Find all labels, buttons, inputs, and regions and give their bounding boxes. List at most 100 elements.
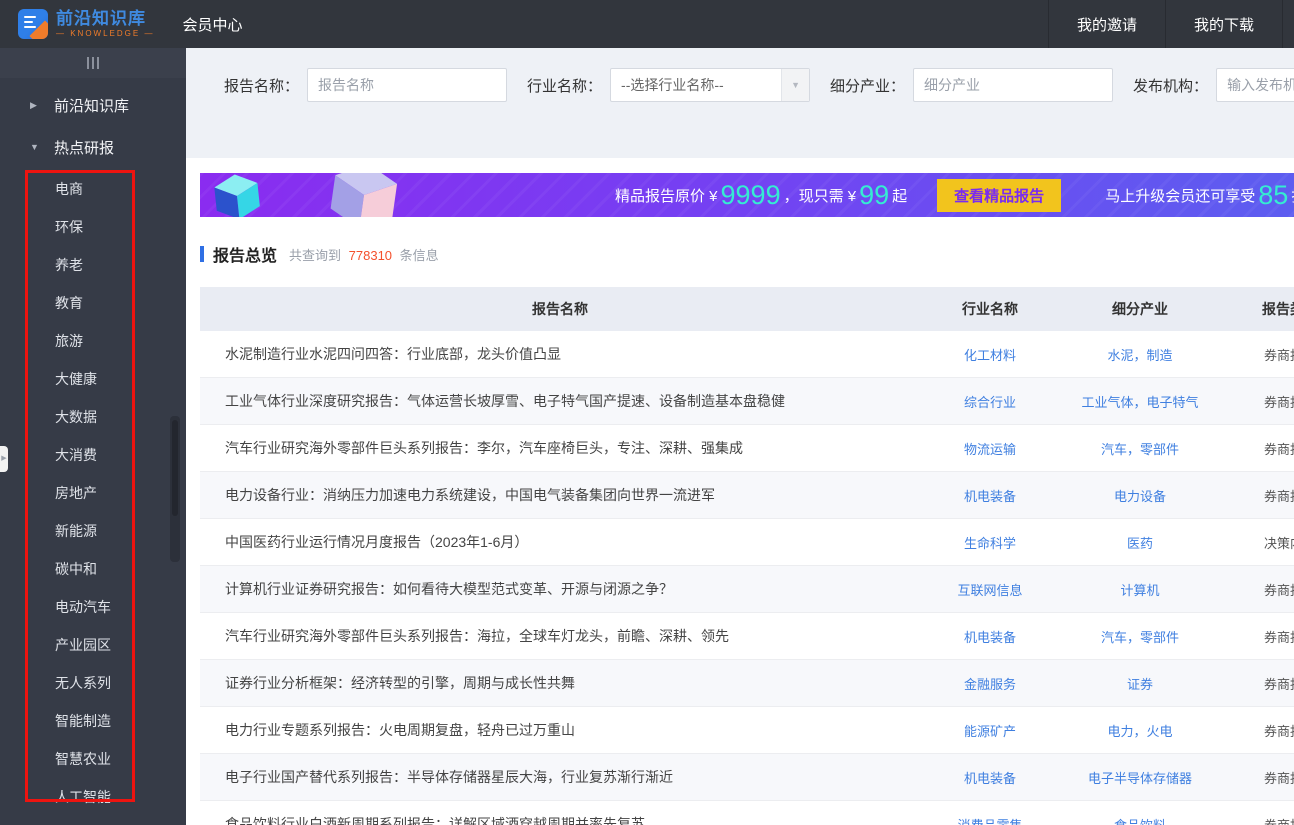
- panel-expand-handle[interactable]: ▶: [0, 446, 8, 472]
- report-name-input[interactable]: [307, 68, 508, 102]
- logo-subtitle: — KNOWLEDGE —: [56, 29, 155, 38]
- pink-cube-decoration: [330, 173, 398, 217]
- table-row: 食品饮料行业白酒新周期系列报告：详解区域酒穿越周期并率先复苏 消费品零售 食品饮…: [200, 801, 1294, 825]
- table-body: 水泥制造行业水泥四问四答：行业底部，龙头价值凸显 化工材料 水泥，制造 券商报告…: [200, 331, 1294, 825]
- sub-industry-link[interactable]: 电子半导体存储器: [1060, 768, 1220, 787]
- report-title-link[interactable]: 水泥制造行业水泥四问四答：行业底部，龙头价值凸显: [200, 344, 920, 364]
- report-type: 券商报告: [1263, 723, 1294, 739]
- industry-link[interactable]: 消费品零售: [920, 815, 1060, 825]
- industry-link[interactable]: 机电装备: [920, 768, 1060, 787]
- industry-link[interactable]: 物流运输: [920, 439, 1060, 458]
- banner-original-price: 9999: [720, 179, 781, 210]
- sidebar-item-hot-reports[interactable]: ▼ 热点研报: [0, 132, 186, 162]
- submenu-item-smart-manufacturing[interactable]: 智能制造: [0, 702, 186, 740]
- report-type: 券商报告: [1263, 488, 1294, 504]
- sidebar-scrollbar[interactable]: [170, 416, 180, 562]
- industry-link[interactable]: 化工材料: [920, 345, 1060, 364]
- sidebar-item-knowledge-base[interactable]: ▶ 前沿知识库: [0, 90, 186, 120]
- report-type: 券商报告: [1263, 676, 1294, 692]
- report-title-link[interactable]: 电子行业国产替代系列报告：半导体存储器星辰大海，行业复苏渐行渐近: [200, 767, 920, 787]
- section-title: 报告总览: [213, 248, 278, 265]
- count-suffix: 条信息: [399, 247, 439, 263]
- chevron-down-icon: ▼: [30, 142, 39, 152]
- report-type: 券商报告: [1263, 582, 1294, 598]
- table-row: 水泥制造行业水泥四问四答：行业底部，龙头价值凸显 化工材料 水泥，制造 券商报告: [200, 331, 1294, 378]
- submenu-item-ecommerce[interactable]: 电商: [0, 170, 186, 208]
- table-row: 电力行业专题系列报告：火电周期复盘，轻舟已过万重山 能源矿产 电力，火电 券商报…: [200, 707, 1294, 754]
- sub-industry-label: 细分产业：: [830, 77, 906, 95]
- sub-industry-link[interactable]: 汽车，零部件: [1060, 439, 1220, 458]
- publisher-input[interactable]: [1216, 68, 1294, 102]
- logo-icon: [18, 9, 48, 39]
- industry-link[interactable]: 生命科学: [920, 533, 1060, 552]
- sub-industry-link[interactable]: 医药: [1060, 533, 1220, 552]
- my-downloads-link[interactable]: 我的下载: [1164, 0, 1282, 48]
- report-title-link[interactable]: 电力设备行业：消纳压力加速电力系统建设，中国电气装备集团向世界一流进军: [200, 485, 920, 505]
- submenu-item-unmanned-series[interactable]: 无人系列: [0, 664, 186, 702]
- section-accent-bar: [200, 246, 204, 262]
- sub-industry-link[interactable]: 汽车，零部件: [1060, 627, 1220, 646]
- submenu-item-elderly-care[interactable]: 养老: [0, 246, 186, 284]
- submenu-item-health[interactable]: 大健康: [0, 360, 186, 398]
- sub-industry-link[interactable]: 计算机: [1060, 580, 1220, 599]
- report-title-link[interactable]: 汽车行业研究海外零部件巨头系列报告：李尔，汽车座椅巨头，专注、深耕、强集成: [200, 438, 920, 458]
- submenu-item-big-data[interactable]: 大数据: [0, 398, 186, 436]
- submenu-item-industrial-parks[interactable]: 产业园区: [0, 626, 186, 664]
- industry-name-label: 行业名称：: [527, 77, 603, 95]
- industry-link[interactable]: 机电装备: [920, 486, 1060, 505]
- logo-title: 前沿知识库: [56, 9, 146, 28]
- chevron-right-icon: ▶: [30, 99, 37, 110]
- promo-banner[interactable]: 精品报告原价 ¥ 9999 ，现只需 ¥ 99 起 查看精品报告 马上升级会员还…: [200, 173, 1294, 217]
- report-title-link[interactable]: 汽车行业研究海外零部件巨头系列报告：海拉，全球车灯龙头，前瞻、深耕、领先: [200, 626, 920, 646]
- table-row: 电力设备行业：消纳压力加速电力系统建设，中国电气装备集团向世界一流进军 机电装备…: [200, 472, 1294, 519]
- navbar-right-menu: 我的邀请 我的下载 我: [1047, 0, 1294, 48]
- sub-industry-link[interactable]: 水泥，制造: [1060, 345, 1220, 364]
- sub-industry-link[interactable]: 电力设备: [1060, 486, 1220, 505]
- submenu-item-new-energy[interactable]: 新能源: [0, 512, 186, 550]
- report-title-link[interactable]: 电力行业专题系列报告：火电周期复盘，轻舟已过万重山: [200, 720, 920, 740]
- header-sub-industry: 细分产业: [1112, 301, 1168, 317]
- sub-industry-link[interactable]: 电力，火电: [1060, 721, 1220, 740]
- member-center-link[interactable]: 会员中心: [182, 14, 242, 35]
- report-title-link[interactable]: 中国医药行业运行情况月度报告（2023年1-6月）: [200, 532, 920, 552]
- report-overview-header: 报告总览 共查询到 778310 条信息: [200, 242, 439, 266]
- sub-industry-link[interactable]: 食品饮料: [1060, 815, 1220, 825]
- sub-industry-input[interactable]: [913, 68, 1114, 102]
- industry-link[interactable]: 综合行业: [920, 392, 1060, 411]
- banner-suffix: 起: [892, 187, 908, 205]
- industry-link[interactable]: 金融服务: [920, 674, 1060, 693]
- submenu-item-education[interactable]: 教育: [0, 284, 186, 322]
- sidebar-item-label: 前沿知识库: [54, 97, 130, 115]
- table-row: 证券行业分析框架：经济转型的引擎，周期与成长性共舞 金融服务 证券 券商报告: [200, 660, 1294, 707]
- submenu-item-electric-vehicles[interactable]: 电动汽车: [0, 588, 186, 626]
- industry-link[interactable]: 互联网信息: [920, 580, 1060, 599]
- submenu-item-environment[interactable]: 环保: [0, 208, 186, 246]
- sub-industry-link[interactable]: 证券: [1060, 674, 1220, 693]
- report-title-link[interactable]: 计算机行业证券研究报告：如何看待大模型范式变革、开源与闭源之争？: [200, 579, 920, 599]
- submenu-item-real-estate[interactable]: 房地产: [0, 474, 186, 512]
- submenu-item-consumption[interactable]: 大消费: [0, 436, 186, 474]
- industry-link[interactable]: 机电装备: [920, 627, 1060, 646]
- app-logo[interactable]: 前沿知识库 — KNOWLEDGE —: [18, 9, 154, 39]
- sidebar-collapse-button[interactable]: [0, 48, 186, 78]
- submenu-item-carbon-neutral[interactable]: 碳中和: [0, 550, 186, 588]
- sub-industry-link[interactable]: 工业气体，电子特气: [1060, 392, 1220, 411]
- table-header-row: 报告名称 行业名称 细分产业 报告类型: [200, 287, 1294, 331]
- report-title-link[interactable]: 食品饮料行业白酒新周期系列报告：详解区域酒穿越周期并率先复苏: [200, 814, 920, 825]
- header-report-type: 报告类型: [1262, 301, 1294, 317]
- report-title-link[interactable]: 证券行业分析框架：经济转型的引擎，周期与成长性共舞: [200, 673, 920, 693]
- industry-link[interactable]: 能源矿产: [920, 721, 1060, 740]
- industry-select[interactable]: --选择行业名称-- ▼: [610, 68, 811, 102]
- my-invites-link[interactable]: 我的邀请: [1047, 0, 1165, 48]
- banner-discount: 85: [1258, 179, 1289, 210]
- submenu-item-smart-agriculture[interactable]: 智慧农业: [0, 740, 186, 778]
- dropdown-arrow-icon: ▼: [781, 69, 810, 101]
- my-account-link[interactable]: 我: [1281, 0, 1294, 48]
- report-type: 券商报告: [1263, 817, 1294, 825]
- submenu-item-ai[interactable]: 人工智能: [0, 778, 186, 816]
- table-row: 汽车行业研究海外零部件巨头系列报告：李尔，汽车座椅巨头，专注、深耕、强集成 物流…: [200, 425, 1294, 472]
- submenu-item-tourism[interactable]: 旅游: [0, 322, 186, 360]
- view-premium-reports-button[interactable]: 查看精品报告: [937, 178, 1062, 212]
- report-type: 券商报告: [1263, 441, 1294, 457]
- report-title-link[interactable]: 工业气体行业深度研究报告：气体运营长坡厚雪、电子特气国产提速、设备制造基本盘稳健: [200, 391, 920, 411]
